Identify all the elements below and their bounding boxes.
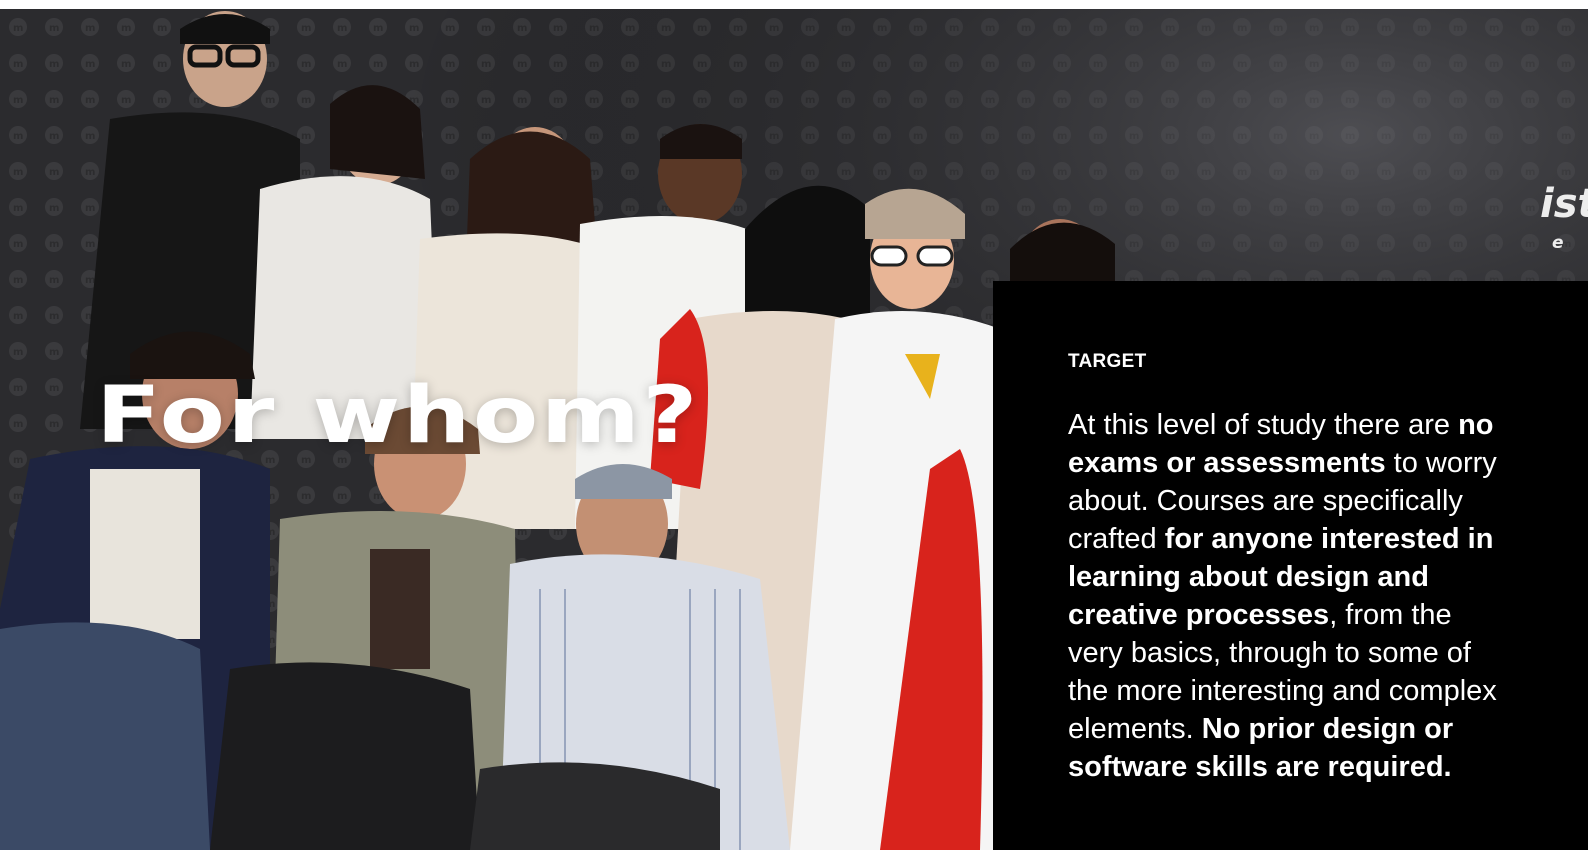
target-panel: TARGET At this level of study there are … <box>993 281 1588 850</box>
backdrop-logo-subtext: e <box>1552 233 1564 253</box>
page-title: For whom? <box>96 371 700 461</box>
panel-kicker: TARGET <box>1068 351 1147 372</box>
backdrop-logo-text: istr <box>1540 181 1588 227</box>
hero-section: m <box>0 9 1588 850</box>
body-segment: At this level of study there are <box>1068 409 1459 441</box>
panel-body: At this level of study there are no exam… <box>1068 406 1498 786</box>
